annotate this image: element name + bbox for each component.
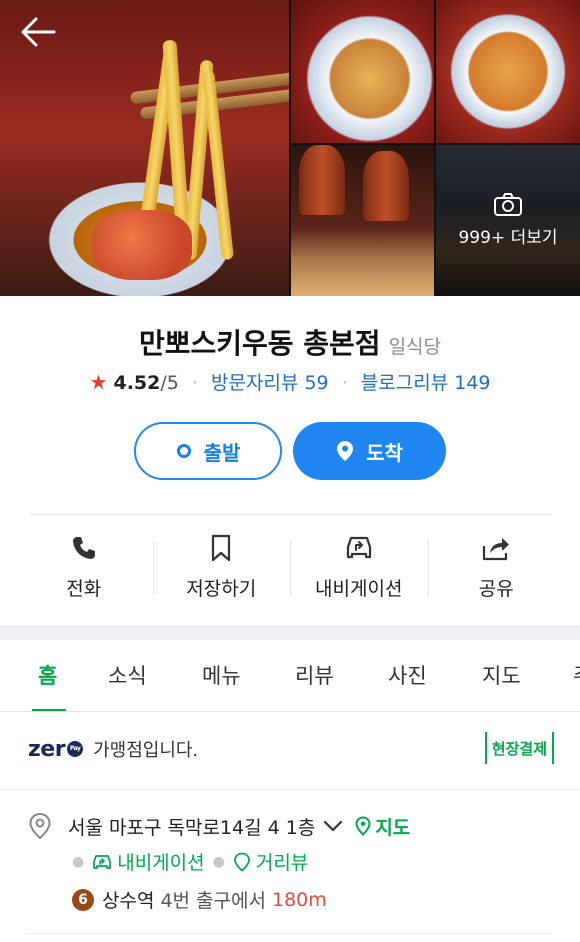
zero-pay-logo: zer Pay xyxy=(28,736,84,762)
map-link-label: 지도 xyxy=(375,816,411,839)
address-links-row: ● 내비게이션 ● 거리뷰 xyxy=(72,848,308,875)
separator-dot: ● xyxy=(72,853,85,870)
address-row: 서울 마포구 독막로14길 4 1층 지도 xyxy=(28,812,558,840)
address-text[interactable]: 서울 마포구 독막로14길 4 1층 xyxy=(68,813,315,840)
navigation-label: 내비게이션 xyxy=(315,578,403,600)
camera-icon xyxy=(494,193,522,216)
divider xyxy=(28,933,552,934)
navigation-button[interactable]: 내비게이션 xyxy=(290,530,428,610)
separator-dot: ● xyxy=(212,853,225,870)
start-route-label: 출발 xyxy=(203,440,241,465)
visitor-reviews-count: 59 xyxy=(304,372,329,394)
nearest-station-row: 6 상수역 4번 출구에서 180m xyxy=(72,886,327,913)
zero-pay-logo-mark: Pay xyxy=(67,741,84,757)
back-button[interactable] xyxy=(18,14,60,50)
location-pin-outline-icon xyxy=(29,812,51,840)
photo-more-thumb[interactable]: 999+ 더보기 xyxy=(436,145,580,296)
blog-reviews-label: 블로그리뷰 xyxy=(360,372,449,394)
active-tab-indicator xyxy=(32,709,66,711)
lamp-graphic xyxy=(299,145,345,215)
origin-dot-icon xyxy=(176,444,191,458)
location-pin-icon xyxy=(337,441,354,461)
separator-dot: · xyxy=(341,372,348,394)
share-button[interactable]: 공유 xyxy=(427,530,566,610)
rating-row: ★ 4.52/5 · 방문자리뷰 59 · 블로그리뷰 149 xyxy=(0,368,580,395)
start-route-button[interactable]: 출발 xyxy=(134,422,282,480)
place-name: 만뽀스키우동 총본점 xyxy=(138,327,381,360)
back-arrow-icon xyxy=(21,17,56,47)
phone-icon xyxy=(72,537,95,559)
chevron-down-icon[interactable] xyxy=(323,819,343,833)
share-label: 공유 xyxy=(478,578,514,600)
street-view-link-label: 거리뷰 xyxy=(255,852,309,874)
lamp-graphic xyxy=(363,151,409,221)
tab-home[interactable]: 홈 xyxy=(38,660,57,690)
visitor-reviews-label: 방문자리뷰 xyxy=(211,372,299,394)
photo-thumb-1[interactable] xyxy=(291,0,434,143)
place-category: 일식당 xyxy=(388,336,442,358)
subway-line-badge: 6 xyxy=(72,888,94,911)
arrive-route-button[interactable]: 도착 xyxy=(293,422,446,480)
arrive-route-label: 도착 xyxy=(366,440,403,465)
car-icon xyxy=(93,854,112,869)
zero-pay-text: 가맹점입니다. xyxy=(93,740,199,761)
star-icon: ★ xyxy=(89,370,108,394)
call-button[interactable]: 전화 xyxy=(15,530,153,610)
photo-thumb-2[interactable] xyxy=(436,0,580,143)
zero-pay-logo-text: zer xyxy=(28,736,66,762)
rating-max: /5 xyxy=(160,372,179,394)
tab-news[interactable]: 소식 xyxy=(108,660,147,690)
section-gap xyxy=(0,626,580,640)
map-link[interactable]: 지도 xyxy=(355,813,410,840)
tab-photos[interactable]: 사진 xyxy=(388,660,427,690)
bookmark-icon xyxy=(212,534,231,562)
onsite-payment-badge: 현장결제 xyxy=(484,732,554,764)
rating-score: 4.52 xyxy=(113,372,161,394)
station-distance: 180m xyxy=(271,888,327,911)
separator-dot: · xyxy=(191,372,198,394)
more-photos-label: 999+ 더보기 xyxy=(458,228,558,248)
station-exit: 4번 출구에서 xyxy=(160,890,266,912)
photo-thumb-3[interactable] xyxy=(291,145,434,296)
action-bar: 전화 저장하기 내비게이션 공유 xyxy=(15,530,565,610)
save-label: 저장하기 xyxy=(186,578,257,600)
map-pin-icon xyxy=(355,816,371,836)
place-title-row: 만뽀스키우동 총본점 일식당 xyxy=(0,322,580,362)
street-view-pin-icon xyxy=(233,852,250,872)
navigation-link[interactable]: 내비게이션 xyxy=(92,848,205,875)
divider xyxy=(0,789,580,790)
blog-reviews-count: 149 xyxy=(454,372,491,394)
tab-surroundings[interactable]: 주 xyxy=(573,660,580,690)
photo-gallery: 999+ 더보기 xyxy=(0,0,580,296)
car-navigation-icon xyxy=(346,536,371,559)
tempura-graphic xyxy=(92,210,192,280)
tab-bar: 홈 소식 메뉴 리뷰 사진 지도 주 xyxy=(0,640,580,712)
blog-reviews-link[interactable]: 블로그리뷰 149 xyxy=(361,372,491,394)
zero-pay-row: zer Pay 가맹점입니다. 현장결제 xyxy=(28,732,554,766)
visitor-reviews-link[interactable]: 방문자리뷰 59 xyxy=(211,372,329,394)
save-button[interactable]: 저장하기 xyxy=(152,530,291,610)
divider xyxy=(30,514,552,515)
navigation-link-label: 내비게이션 xyxy=(117,852,205,874)
street-view-link[interactable]: 거리뷰 xyxy=(233,848,308,875)
call-label: 전화 xyxy=(66,578,102,600)
station-name: 상수역 xyxy=(102,890,155,912)
share-icon xyxy=(483,538,510,561)
tab-map[interactable]: 지도 xyxy=(482,660,521,690)
more-photos-overlay[interactable]: 999+ 더보기 xyxy=(436,145,580,296)
tab-menu[interactable]: 메뉴 xyxy=(202,660,241,690)
tab-reviews[interactable]: 리뷰 xyxy=(295,660,334,690)
